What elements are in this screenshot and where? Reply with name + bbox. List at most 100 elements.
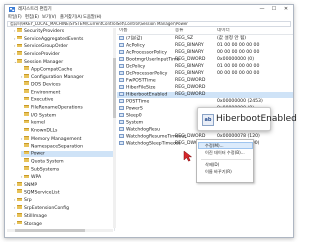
menu-help[interactable]: 도움말(H) bbox=[83, 15, 101, 20]
tree-item-label: Memory Management bbox=[31, 136, 82, 142]
maximize-button[interactable]: ☐ bbox=[269, 5, 279, 14]
tree-item[interactable]: › Srp bbox=[14, 197, 114, 203]
tree-item[interactable]: Executive bbox=[21, 96, 114, 103]
scroll-thumb[interactable] bbox=[113, 58, 116, 118]
folder-icon bbox=[17, 220, 22, 225]
tree-item-label: AppCompatCache bbox=[31, 66, 73, 72]
value-type: REG_DWORD bbox=[175, 78, 206, 83]
tree-item[interactable]: FileRenameOperations bbox=[21, 104, 114, 111]
folder-icon bbox=[17, 35, 22, 40]
tree-item-label: WPA bbox=[31, 175, 42, 181]
registry-value-icon bbox=[119, 42, 124, 47]
zoom-callout: ab HiberbootEnabled bbox=[197, 107, 297, 131]
context-menu: 수정(M)... 이진 데이터 수정(B)... 삭제(D) 이름 바꾸기(R) bbox=[196, 139, 254, 183]
tree-vertical-scrollbar[interactable] bbox=[113, 28, 116, 228]
tree-item-label: SQMServiceList bbox=[24, 189, 60, 195]
value-name: WatchdogSleepTimeout bbox=[119, 140, 180, 148]
window-title: 레지스트리 편집기 bbox=[18, 7, 52, 12]
tree-item[interactable]: › StillImage bbox=[14, 213, 114, 219]
tree-item[interactable]: kernel bbox=[21, 119, 114, 126]
value-name-text: PowerS bbox=[126, 106, 143, 112]
tree-item[interactable]: Power bbox=[21, 150, 114, 158]
value-row[interactable]: HiberbootEnabled REG_DWORD bbox=[117, 91, 293, 99]
folder-icon bbox=[17, 51, 22, 55]
context-modify-binary[interactable]: 이진 데이터 수정(B)... bbox=[205, 150, 245, 156]
value-type: REG_BINARY bbox=[175, 71, 204, 76]
tree-item-label: Quota System bbox=[31, 159, 64, 165]
registry-value-icon bbox=[119, 140, 124, 145]
tree-item[interactable]: › Storage bbox=[14, 220, 114, 227]
menu-file[interactable]: 파일(F) bbox=[8, 15, 22, 20]
folder-icon bbox=[24, 166, 29, 170]
mouse-cursor-icon bbox=[183, 150, 193, 162]
value-row[interactable]: DcPolicy REG_BINARY 01 00 00 00 00 00 bbox=[117, 63, 293, 70]
value-name: BootmgrUserInputTime bbox=[119, 56, 179, 64]
title-bar: 레지스트리 편집기 — ☐ ✕ bbox=[5, 5, 293, 14]
value-row[interactable]: POSTTime 0x00000000 (2453) bbox=[117, 98, 293, 105]
tree-item-label: kernel bbox=[31, 120, 46, 126]
folder-icon bbox=[24, 127, 29, 132]
menu-edit[interactable]: 편집(E) bbox=[25, 15, 39, 20]
tree-item-label: FileRenameOperations bbox=[31, 105, 83, 111]
tree-item[interactable]: Quota System bbox=[21, 158, 114, 165]
tree-item[interactable]: SQMServiceList bbox=[14, 189, 114, 196]
registry-key-tree: › SecurityProviders › ServiceAggregatedEven… bbox=[7, 28, 115, 231]
value-name-text: HiberFileSize bbox=[126, 85, 156, 91]
value-row[interactable]: (기본값) REG_SZ (값 설정 안 됨) bbox=[117, 35, 293, 42]
tree-horizontal-scrollbar[interactable] bbox=[7, 229, 113, 232]
tree-item-label: SrpExtensionConfig bbox=[24, 206, 70, 212]
value-name: FwPOSTTime bbox=[119, 77, 156, 85]
tree-item-label: Session Manager bbox=[24, 59, 64, 65]
tree-item[interactable]: › SNMP bbox=[14, 182, 114, 188]
folder-icon bbox=[17, 59, 22, 63]
tree-item[interactable]: DOS Devices bbox=[21, 81, 114, 88]
tree-item[interactable]: › ServiceGroupOrder bbox=[14, 43, 114, 50]
tree-item[interactable]: I/O System bbox=[21, 112, 114, 119]
value-row[interactable]: DcProcessorPolicy REG_BINARY 00 00 00 00 0… bbox=[117, 70, 293, 77]
menu-favorites[interactable]: 즐겨찾기(A) bbox=[60, 15, 82, 20]
close-button[interactable]: ✕ bbox=[281, 5, 291, 14]
registry-value-icon bbox=[119, 77, 124, 82]
context-rename[interactable]: 이름 바꾸기(R) bbox=[205, 169, 232, 175]
value-name: HiberbootEnabled bbox=[119, 91, 168, 99]
tree-item[interactable]: NamespaceSeparation bbox=[21, 143, 114, 150]
registry-value-icon bbox=[119, 70, 124, 75]
tree-item[interactable]: › ServiceProvider bbox=[14, 51, 114, 57]
value-row[interactable]: AcProcessorPolicy REG_BINARY 00 00 00 00 0… bbox=[117, 49, 293, 57]
address-bar[interactable]: 컴퓨터\HKEY_LOCAL_MACHINE\SYSTEM\CurrentCon… bbox=[7, 21, 291, 27]
tree-item-label: SecurityProviders bbox=[24, 29, 65, 34]
tree-item[interactable]: › SecurityProviders bbox=[14, 28, 114, 34]
value-name-text: System bbox=[126, 120, 144, 126]
folder-icon bbox=[17, 28, 22, 32]
tree-item[interactable]: AppCompatCache bbox=[21, 66, 114, 73]
value-row[interactable]: HiberFileSize REG_DWORD bbox=[117, 84, 293, 91]
tree-item[interactable]: SubSystems bbox=[21, 166, 114, 173]
value-row[interactable]: BootmgrUserInputTime REG_DWORD 0x00000000 … bbox=[117, 56, 293, 64]
zoom-callout-label: HiberbootEnabled bbox=[216, 114, 297, 124]
tree-item-label: SNMP bbox=[24, 183, 38, 188]
value-row[interactable]: AcPolicy REG_BINARY 01 00 00 00 00 00 bbox=[117, 42, 293, 49]
tree-item[interactable]: › WPA bbox=[21, 174, 114, 181]
context-modify[interactable]: 수정(M)... bbox=[205, 143, 224, 149]
tree-item[interactable]: › Memory Management bbox=[21, 136, 114, 142]
tree-item[interactable]: KnownDLLs bbox=[21, 127, 114, 134]
minimize-button[interactable]: — bbox=[257, 5, 267, 14]
menu-view[interactable]: 보기(V) bbox=[42, 15, 56, 20]
value-name: AcProcessorPolicy bbox=[119, 49, 167, 57]
value-type: REG_DWORD bbox=[175, 85, 206, 90]
tree-item-label: Configuration Manager bbox=[31, 75, 84, 81]
value-name-text: HiberbootEnabled bbox=[126, 92, 168, 98]
folder-icon bbox=[17, 182, 22, 186]
tree-item[interactable]: › Configuration Manager bbox=[21, 74, 114, 81]
value-name-text: Sleep0 bbox=[126, 113, 142, 119]
context-delete[interactable]: 삭제(D) bbox=[205, 162, 219, 168]
tree-item[interactable]: ⌄ Session Manager bbox=[14, 59, 114, 65]
tree-item[interactable]: › ServiceAggregatedEvents bbox=[14, 35, 114, 42]
scroll-thumb[interactable] bbox=[15, 229, 85, 232]
tree-item[interactable]: › SrpExtensionConfig bbox=[14, 205, 114, 212]
tree-item[interactable]: Environment bbox=[21, 89, 114, 96]
tree-item-label: ServiceGroupOrder bbox=[24, 44, 69, 50]
folder-icon bbox=[24, 112, 29, 116]
value-data: 01 00 00 00 00 00 bbox=[217, 43, 260, 48]
value-row[interactable]: FwPOSTTime REG_DWORD bbox=[117, 77, 293, 85]
